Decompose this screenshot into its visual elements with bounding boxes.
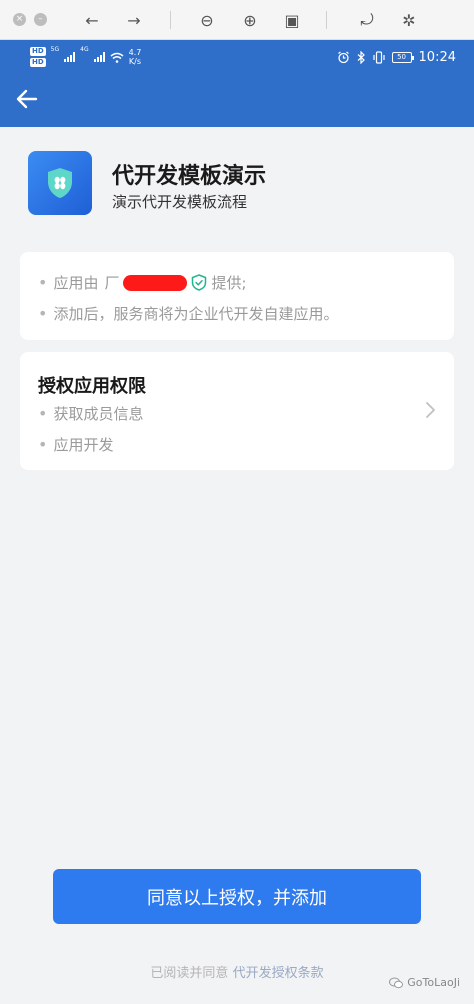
battery-icon: 50 [391,51,414,63]
close-window-icon[interactable]: × [13,13,26,26]
app-logo [28,151,92,215]
shield-icon [48,168,72,198]
redacted-provider-name [123,274,188,291]
fit-to-window-icon[interactable]: ▣ [280,8,304,32]
bluetooth-icon [357,50,365,64]
terms-link[interactable]: 代开发授权条款 [233,966,324,981]
wechat-icon [389,977,404,988]
network-type-label: 4G [80,46,89,53]
back-arrow-icon[interactable] [14,86,40,112]
toolbar-divider [170,11,171,29]
network-speed: 4.7 K/s [129,48,142,66]
permission-item-label: 获取成员信息 [53,405,144,423]
bullet-dot: • [38,435,48,454]
permissions-title: 授权应用权限 [38,376,146,397]
magic-wand-icon[interactable]: ✲ [397,8,421,32]
status-bar-left: HD HD 5G 4G 4.7 K/s [30,46,141,68]
signal-strength-icon [64,52,76,62]
watermark: GoToLaoJi [389,976,460,989]
wifi-icon [110,52,124,63]
provider-name-partial: 厂 [104,274,120,292]
battery-level: 50 [397,53,406,61]
network-type-label: 5G [50,46,60,53]
permission-item: • 获取成员信息 [38,403,143,424]
permissions-card[interactable]: 授权应用权限 • 获取成员信息 • 应用开发 [20,352,454,470]
app-subtitle: 演示代开发模板流程 [112,193,248,211]
forward-icon[interactable]: → [122,8,146,32]
bullet-dot: • [38,404,48,423]
clock-time: 10:24 [418,49,456,65]
hd-badge: HD [30,58,46,67]
terms-prefix: 已阅读并同意 [150,966,229,981]
zoom-in-icon[interactable]: ⊕ [238,8,262,32]
permission-item-label: 应用开发 [53,436,114,454]
network-speed-unit: K/s [128,57,142,66]
hd-badge: HD [30,47,46,56]
developer-note-line: • 添加后，服务商将为企业代开发自建应用。 [38,303,338,324]
verified-shield-icon [192,274,207,291]
bullet-dot: • [38,304,48,323]
status-bar-right: 50 10:24 [337,46,456,68]
minimize-window-icon[interactable]: – [34,13,47,26]
vibrate-icon [372,50,385,64]
network-speed-value: 4.7 [128,48,142,57]
app-header: HD HD 5G 4G 4.7 K/s 50 10:24 [0,40,474,127]
chevron-right-icon[interactable] [424,401,436,419]
bullet-dot: • [38,273,48,292]
app-title: 代开发模板演示 [112,164,267,189]
provider-suffix: 提供; [211,274,247,292]
back-icon[interactable]: ← [80,8,104,32]
hd-indicators: HD HD [30,47,46,67]
signal-strength-icon [93,52,105,62]
viewer-toolbar: × – ← → ⊖ ⊕ ▣ ⤾ ✲ [0,0,474,40]
toolbar-divider [326,11,327,29]
watermark-text: GoToLaoJi [407,976,460,989]
zoom-out-icon[interactable]: ⊖ [195,8,219,32]
provider-info-card: • 应用由 厂 提供; • 添加后，服务商将为企业代开发自建应用。 [20,252,454,340]
developer-note-text: 添加后，服务商将为企业代开发自建应用。 [53,305,339,323]
permission-item: • 应用开发 [38,434,113,455]
agree-and-add-button[interactable]: 同意以上授权，并添加 [53,869,421,924]
alarm-icon [337,51,349,63]
provider-line: • 应用由 厂 提供; [38,272,247,293]
rotate-icon[interactable]: ⤾ [355,8,379,32]
provider-prefix: 应用由 [53,274,99,292]
